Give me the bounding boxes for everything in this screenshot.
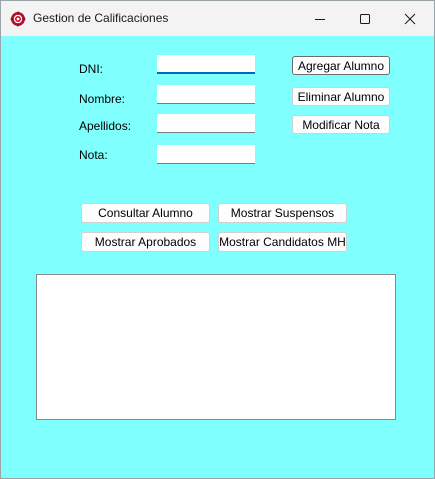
nombre-label: Nombre: [79, 92, 126, 106]
maximize-button[interactable] [342, 1, 388, 36]
consultar-alumno-button[interactable]: Consultar Alumno [81, 203, 210, 223]
maximize-icon [360, 13, 370, 24]
modificar-nota-button[interactable]: Modificar Nota [292, 115, 390, 134]
minimize-button[interactable] [297, 1, 343, 36]
apellidos-label: Apellidos: [79, 119, 132, 133]
app-icon [10, 11, 26, 27]
dni-input[interactable] [157, 55, 255, 74]
nota-label: Nota: [79, 148, 108, 162]
client-area: DNI: Nombre: Apellidos: Nota: Agregar Al… [1, 36, 434, 478]
nombre-input[interactable] [157, 85, 255, 104]
dni-label: DNI: [79, 62, 103, 76]
mostrar-suspensos-button[interactable]: Mostrar Suspensos [218, 203, 347, 223]
output-textarea[interactable] [36, 274, 396, 420]
mostrar-candidatos-mh-button[interactable]: Mostrar Candidatos MH [218, 232, 347, 252]
app-window: Gestion de Calificaciones DNI: Nombre: A… [0, 0, 435, 479]
mostrar-aprobados-button[interactable]: Mostrar Aprobados [81, 232, 210, 252]
minimize-icon [315, 18, 325, 20]
close-icon [404, 13, 416, 24]
apellidos-input[interactable] [157, 114, 255, 133]
nota-input[interactable] [157, 145, 255, 164]
close-button[interactable] [387, 1, 433, 36]
title-bar[interactable]: Gestion de Calificaciones [1, 1, 434, 36]
agregar-alumno-button[interactable]: Agregar Alumno [292, 56, 390, 75]
eliminar-alumno-button[interactable]: Eliminar Alumno [292, 87, 390, 106]
window-title: Gestion de Calificaciones [33, 11, 169, 25]
